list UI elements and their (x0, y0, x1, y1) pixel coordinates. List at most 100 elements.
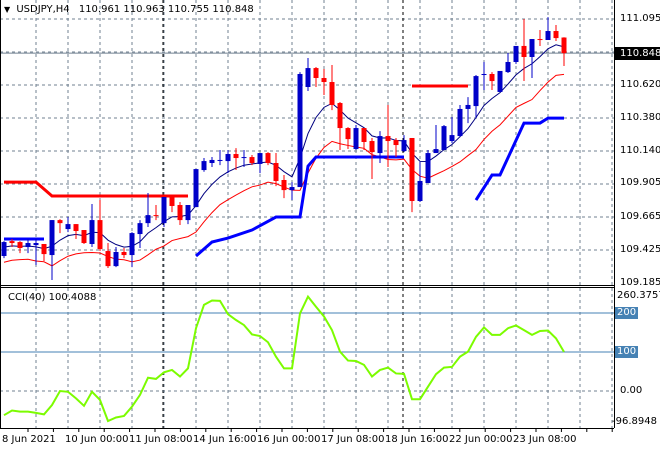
candle-body (17, 242, 23, 248)
time-label: 22 Jun 00:00 (449, 434, 513, 445)
candle-body (537, 39, 543, 41)
bullish-candle (433, 124, 439, 154)
bullish-candle (201, 158, 207, 172)
candle-body (273, 163, 279, 181)
bullish-candle (25, 239, 31, 254)
bearish-candle (81, 230, 87, 244)
bullish-candle (217, 150, 223, 166)
candle-body (33, 243, 39, 246)
chart-canvas[interactable] (0, 0, 660, 450)
bullish-candle (289, 182, 295, 201)
indicator-lines (3, 44, 565, 267)
candle-body (161, 197, 167, 224)
candle-body (209, 159, 215, 164)
candle-body (65, 224, 71, 230)
bearish-candle (97, 200, 103, 252)
candle-body (481, 74, 487, 76)
candle-body (417, 180, 423, 202)
bullish-candle (473, 74, 479, 119)
time-label: 10 Jun 00:00 (65, 434, 129, 445)
candle-body (217, 159, 223, 161)
bid-price-label: 110.848 (615, 47, 660, 60)
bearish-candle (105, 243, 111, 269)
chart-title: ▼ USDJPY,H4 110.961 110.963 110.755 110.… (4, 4, 254, 15)
candle-body (473, 76, 479, 107)
candle-body (377, 136, 383, 154)
time-label: 16 Jun 00:00 (257, 434, 321, 445)
bearish-candle (153, 205, 159, 221)
candle-body (153, 215, 159, 217)
support-line (474, 116, 564, 201)
candle-body (385, 136, 391, 142)
time-label: 8 Jun 2021 (2, 434, 56, 445)
candle-body (49, 220, 55, 256)
candle-body (369, 141, 375, 153)
candle-body (449, 135, 455, 142)
bullish-candle (305, 57, 311, 92)
candle-body (457, 108, 463, 137)
candle-body (409, 137, 415, 202)
candle-body (113, 252, 119, 267)
bearish-candle (329, 65, 335, 111)
bullish-candle (257, 153, 263, 174)
candle-body (401, 140, 407, 152)
candle-body (441, 126, 447, 151)
candle-body (41, 243, 47, 255)
candle-body (505, 61, 511, 73)
bearish-candle (393, 137, 399, 158)
candle-body (329, 82, 335, 105)
bullish-candle (441, 124, 447, 151)
price-label: 109.905 (620, 177, 660, 189)
candle-body (465, 104, 471, 109)
candle-body (121, 252, 127, 256)
bullish-candle (1, 241, 7, 259)
candle-body (241, 157, 247, 159)
candle-body (521, 45, 527, 58)
candle-body (1, 242, 7, 257)
candle-body (233, 154, 239, 159)
candle-body (225, 154, 231, 162)
bullish-candle (417, 162, 423, 202)
candle-body (337, 103, 343, 129)
candles (1, 17, 567, 281)
bullish-candle (353, 124, 359, 151)
bullish-candle (505, 52, 511, 74)
bearish-candle (281, 175, 287, 199)
candle-body (425, 153, 431, 184)
cci-series (3, 294, 565, 423)
bearish-candle (361, 128, 367, 151)
bullish-candle (513, 45, 519, 64)
ohlc-readout: 110.961 110.963 110.755 110.848 (78, 4, 254, 15)
candle-body (129, 233, 135, 256)
bullish-candle (297, 72, 303, 188)
bullish-candle (457, 104, 463, 138)
candle-body (97, 220, 103, 250)
bullish-candle (401, 135, 407, 153)
bearish-candle (41, 243, 47, 261)
candle-body (89, 220, 95, 244)
price-label: 109.665 (620, 210, 660, 222)
time-label: 11 Jun 08:00 (129, 434, 193, 445)
bearish-candle (521, 19, 527, 82)
candle-body (529, 39, 535, 58)
candle-body (361, 128, 367, 142)
candle-body (553, 31, 559, 39)
bearish-candle (561, 37, 567, 66)
symbol-label: USDJPY,H4 (16, 4, 70, 15)
bearish-candle (169, 196, 175, 213)
bullish-candle (465, 97, 471, 124)
candle-body (137, 223, 143, 235)
time-label: 17 Jun 08:00 (321, 434, 385, 445)
bullish-candle (89, 204, 95, 248)
bullish-candle (529, 39, 535, 79)
dropdown-triangle-icon[interactable]: ▼ (4, 5, 10, 14)
price-label: 111.095 (620, 13, 660, 24)
candle-body (321, 78, 327, 83)
candle-body (561, 37, 567, 54)
time-label: 14 Jun 16:00 (193, 434, 257, 445)
candle-body (73, 224, 79, 231)
price-label: 110.380 (620, 111, 660, 123)
bullish-candle (161, 197, 167, 227)
candle-body (281, 180, 287, 191)
bullish-candle (65, 217, 71, 233)
